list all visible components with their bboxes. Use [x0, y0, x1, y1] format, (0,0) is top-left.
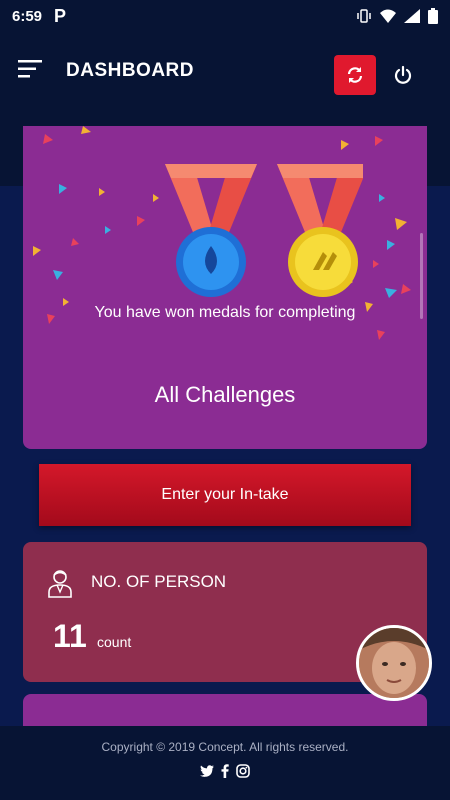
avatar-face-image [359, 628, 429, 698]
copyright-text: Copyright © 2019 Concept. All rights res… [101, 740, 349, 754]
signal-icon [404, 9, 420, 23]
avatar[interactable] [356, 625, 432, 701]
footer: Copyright © 2019 Concept. All rights res… [0, 726, 450, 800]
gold-medal [277, 164, 363, 297]
sync-button[interactable] [334, 55, 376, 95]
page-title: DASHBOARD [66, 60, 194, 81]
medal-message: You have won medals for completing [94, 304, 356, 321]
power-icon [394, 65, 412, 84]
person-count-unit: count [97, 634, 132, 650]
wifi-icon [380, 9, 396, 23]
twitter-icon[interactable] [200, 765, 214, 777]
sync-icon [347, 67, 363, 83]
battery-icon [428, 8, 438, 24]
person-card-title: NO. OF PERSON [91, 572, 227, 591]
power-button[interactable] [390, 62, 416, 88]
person-icon [48, 570, 72, 598]
facebook-icon[interactable] [221, 764, 229, 778]
status-icons [356, 8, 438, 24]
parking-notification-icon: P [54, 6, 67, 26]
social-links [200, 764, 250, 778]
scrollbar[interactable] [420, 233, 423, 319]
app-bar: DASHBOARD [0, 32, 450, 120]
status-time: 6:59 [12, 7, 43, 25]
menu-icon[interactable] [18, 60, 42, 78]
instagram-icon[interactable] [236, 764, 250, 778]
medal-card: You have won medals for completing All C… [23, 126, 427, 449]
vibrate-icon [357, 9, 371, 23]
enter-intake-button[interactable]: Enter your In-take [39, 464, 411, 526]
medals-illustration [165, 164, 363, 297]
person-count: 11 [53, 618, 87, 654]
medal-title: All Challenges [154, 382, 296, 407]
blue-medal [165, 164, 257, 297]
next-card [23, 694, 427, 726]
status-bar: 6:59 P [0, 0, 450, 32]
